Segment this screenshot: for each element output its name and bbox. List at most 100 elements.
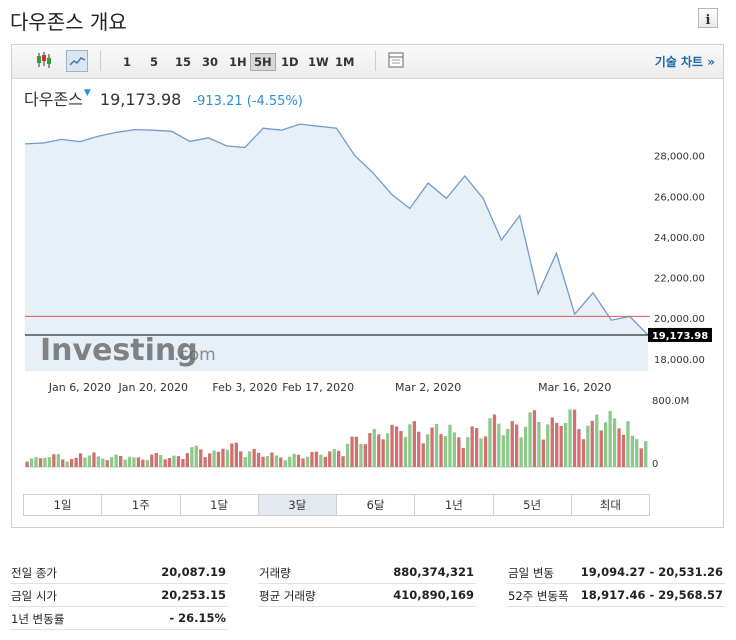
volume-bar <box>127 456 132 467</box>
volume-bar <box>119 456 123 467</box>
stat-value: 19,094.27 - 20,531.26 <box>580 565 723 579</box>
volume-bar <box>604 422 608 467</box>
range-tab[interactable]: 최대 <box>572 495 649 515</box>
volume-bar <box>310 452 314 467</box>
range-tab[interactable]: 1일 <box>24 495 103 515</box>
info-icon: i <box>705 13 711 28</box>
volume-bar <box>577 429 581 467</box>
volume-bar <box>434 423 439 467</box>
volume-bar <box>34 457 38 467</box>
volume-bar <box>78 453 83 467</box>
volume-bar <box>421 443 425 467</box>
volume-bar <box>74 457 78 467</box>
volume-bar <box>586 425 590 467</box>
volume-bar <box>190 447 194 467</box>
volume-bar <box>381 439 385 467</box>
info-button[interactable]: i <box>698 8 718 28</box>
stat-value: 20,087.19 <box>161 565 226 579</box>
volume-bar <box>479 438 483 467</box>
y-tick-label: 28,000.00 <box>654 152 705 163</box>
range-tab[interactable]: 6달 <box>337 495 416 515</box>
volume-bar <box>372 429 376 467</box>
volume-bar <box>639 448 643 467</box>
volume-bar <box>377 434 381 467</box>
volume-bar <box>114 454 118 467</box>
volume-bar <box>475 428 479 467</box>
page-title: 다우존스 개요 <box>10 10 127 34</box>
volume-bar <box>448 424 452 467</box>
stat-label: 거래량 <box>259 566 291 580</box>
volume-bar <box>483 436 488 467</box>
stat-label: 전일 종가 <box>11 566 57 580</box>
range-tab[interactable]: 1년 <box>415 495 494 515</box>
volume-bar <box>199 449 203 467</box>
volume-bar <box>323 456 327 467</box>
stats-table: 전일 종가 20,087.19 금일 시가 20,253.15 1년 변동률 - 26.1… <box>10 561 726 633</box>
volume-bar <box>564 422 568 467</box>
volume-bar <box>270 452 274 467</box>
volume-bar <box>568 409 572 467</box>
volume-bar <box>363 444 367 467</box>
volume-bar <box>546 424 550 467</box>
volume-bar <box>608 411 612 467</box>
volume-bar <box>261 456 265 467</box>
range-tab[interactable]: 5년 <box>494 495 572 515</box>
volume-bar <box>621 434 626 467</box>
volume-bar <box>265 456 270 467</box>
volume-bar <box>296 454 301 467</box>
volume-bar <box>559 426 563 467</box>
range-tab[interactable]: 1주 <box>102 495 181 515</box>
volume-bar <box>599 430 603 467</box>
volume-bar <box>225 449 230 467</box>
volume-bar <box>488 418 492 467</box>
y-tick-label: 24,000.00 <box>654 233 705 244</box>
volume-bar <box>572 409 577 467</box>
stat-label: 1년 변동률 <box>11 612 65 626</box>
stat-value: - 26.15% <box>169 611 226 625</box>
volume-bar <box>345 443 350 467</box>
range-tab[interactable]: 1달 <box>181 495 259 515</box>
volume-bar <box>83 457 87 467</box>
volume-bar <box>319 454 323 467</box>
volume-bar <box>252 448 256 467</box>
volume-bar <box>248 451 252 467</box>
volume-bar <box>203 457 207 467</box>
volume-bar <box>70 458 74 467</box>
volume-bar <box>519 437 523 467</box>
volume-bar <box>457 437 461 467</box>
volume-bar <box>283 460 287 467</box>
volume-bar <box>385 433 390 467</box>
volume-bar <box>528 412 532 467</box>
stat-label: 금일 변동 <box>508 566 554 580</box>
volume-bar <box>537 422 541 467</box>
volume-bar <box>337 450 341 467</box>
volume-bar <box>506 428 510 467</box>
volume-bar <box>368 433 372 467</box>
volume-bar <box>65 461 69 467</box>
volume-bar <box>43 457 47 467</box>
volume-bar <box>154 453 158 467</box>
volume-bar <box>532 410 537 467</box>
stat-row: 거래량 880,374,321 <box>258 561 476 584</box>
x-tick-label: Jan 20, 2020 <box>118 381 188 394</box>
stats-column: 거래량 880,374,321 평균 거래량 410,890,169 <box>258 561 476 607</box>
volume-bar <box>595 414 599 467</box>
volume-bar <box>497 423 501 467</box>
stat-value: 20,253.15 <box>161 588 226 602</box>
volume-bar <box>510 421 514 467</box>
volume-bar <box>136 457 141 467</box>
volume-bar <box>87 455 92 467</box>
volume-bar <box>234 442 238 467</box>
price-chart[interactable]: 19,173.98 18,000.00 20,000.00 22,000.00 24,0… <box>12 45 723 485</box>
x-tick-label: Mar 16, 2020 <box>538 381 611 394</box>
volume-bar <box>301 458 305 467</box>
volume-bar <box>523 426 528 467</box>
volume-bar <box>354 436 359 467</box>
volume-bar <box>452 432 456 467</box>
stat-value: 18,917.46 - 29,568.57 <box>580 588 723 602</box>
investing-watermark-suffix: .com <box>174 345 216 365</box>
volume-bar <box>172 455 176 467</box>
volume-bar <box>212 450 216 467</box>
volume-bar <box>612 418 617 467</box>
range-tab[interactable]: 3달 <box>258 495 337 515</box>
